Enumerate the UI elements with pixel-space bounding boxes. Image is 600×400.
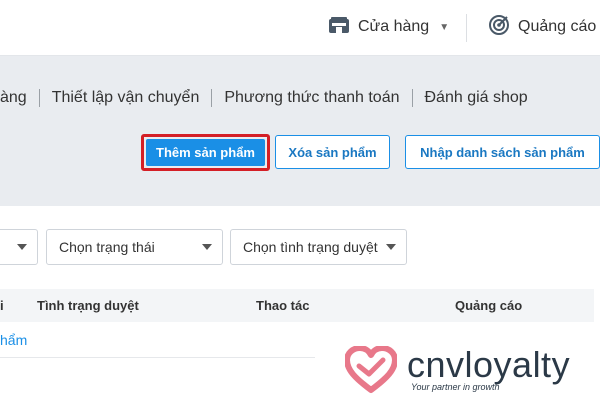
table-header: i Tình trạng duyệt Thao tác Quảng cáo — [0, 289, 594, 322]
column-header: i — [0, 298, 4, 313]
toolbar-band — [0, 56, 600, 206]
store-label: Cửa hàng — [358, 18, 430, 35]
status-select[interactable]: Chọn trạng thái — [46, 229, 223, 265]
delete-product-button[interactable]: Xóa sản phẩm — [275, 135, 390, 169]
column-header-actions: Thao tác — [256, 298, 310, 313]
review-status-select-value: Chọn tình trạng duyệt — [243, 239, 378, 255]
tab-payment[interactable]: Phương thức thanh toán — [212, 89, 411, 107]
row-divider — [0, 357, 315, 358]
column-header-review-status: Tình trạng duyệt — [37, 298, 139, 313]
topbar-divider — [466, 14, 467, 42]
add-product-button[interactable]: Thêm sản phẩm — [146, 139, 265, 166]
ads-menu[interactable]: Quảng cáo — [488, 14, 596, 40]
brand-name: cnvloyalty — [407, 344, 571, 385]
column-header-ads: Quảng cáo — [455, 298, 523, 313]
category-select[interactable] — [0, 229, 38, 265]
target-icon — [488, 14, 510, 41]
settings-tabs: àng Thiết lập vận chuyển Phương thức tha… — [0, 86, 540, 110]
store-icon — [328, 16, 350, 39]
product-link[interactable]: hẩm — [0, 332, 27, 348]
add-product-button-highlight[interactable]: Thêm sản phẩm — [141, 134, 270, 171]
heart-logo-icon — [344, 345, 398, 399]
brand-tagline: Your partner in growth — [411, 382, 500, 392]
tab-shop-review[interactable]: Đánh giá shop — [413, 89, 540, 107]
tab-products[interactable]: àng — [0, 89, 39, 107]
review-status-select[interactable]: Chọn tình trạng duyệt — [230, 229, 407, 265]
ads-label: Quảng cáo — [518, 18, 597, 35]
caret-down-icon — [17, 244, 27, 250]
caret-down-icon — [386, 244, 396, 250]
store-menu[interactable]: Cửa hàng ▼ — [328, 14, 449, 40]
status-select-value: Chọn trạng thái — [59, 239, 155, 255]
chevron-down-icon: ▼ — [439, 21, 450, 33]
caret-down-icon — [202, 244, 212, 250]
import-products-button[interactable]: Nhập danh sách sản phẩm — [405, 135, 600, 169]
brand-watermark: cnvloyalty Your partner in growth — [344, 342, 595, 399]
tab-shipping[interactable]: Thiết lập vận chuyển — [40, 89, 212, 107]
top-bar: Cửa hàng ▼ Quảng cáo — [0, 0, 600, 56]
